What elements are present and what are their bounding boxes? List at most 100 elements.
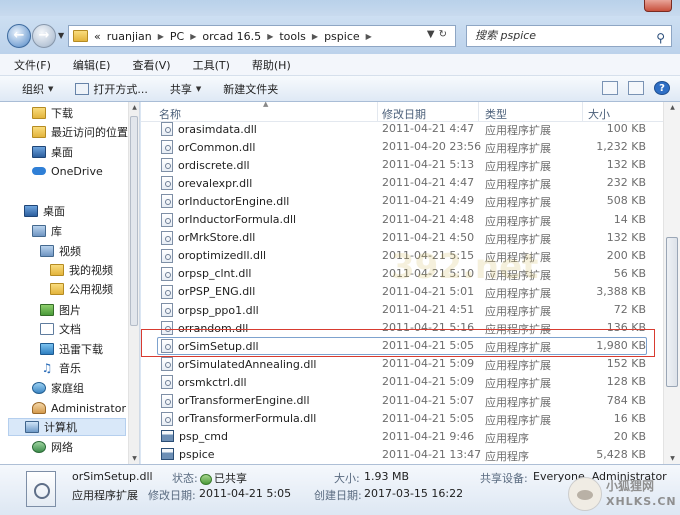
file-name-cell[interactable]: orPSP_ENG.dll [161,284,255,299]
breadcrumb-separator-icon[interactable]: ▶ [190,32,196,41]
window-close-button[interactable] [644,0,672,12]
new-folder-button[interactable]: 新建文件夹 [223,81,278,97]
table-row[interactable]: ordiscrete.dll 2011-04-21 5:13 应用程序扩展 132 K… [141,156,663,174]
navigation-scrollbar[interactable]: ▲ ▼ [128,102,139,464]
nav-item-xunlei[interactable]: 迅雷下载 [40,340,103,358]
file-name-cell[interactable]: orInductorFormula.dll [161,212,296,227]
breadcrumb-separator-icon[interactable]: ▶ [267,32,273,41]
preview-pane-icon[interactable] [628,81,644,95]
breadcrumb-pc[interactable]: PC [170,30,184,43]
nav-item-downloads[interactable]: 下载 [32,104,73,122]
table-row[interactable]: orInductorEngine.dll 2011-04-21 4:49 应用程序扩… [141,192,663,210]
scroll-down-icon[interactable]: ▼ [130,455,139,462]
chevron-down-icon: ▼ [195,84,202,93]
file-name-cell[interactable]: orpsp_clnt.dll [161,266,251,281]
breadcrumb-separator-icon[interactable]: ▶ [158,32,164,41]
nav-item-music[interactable]: ♫ 音乐 [40,359,81,377]
file-list-scrollbar[interactable]: ▲ ▼ [663,102,680,464]
table-row[interactable]: orInductorFormula.dll 2011-04-21 4:48 应用程序… [141,211,663,229]
nav-item-videos[interactable]: 视频 [40,242,81,260]
nav-item-homegroup[interactable]: 家庭组 [32,379,84,397]
breadcrumb-pspice[interactable]: pspice [324,30,360,43]
file-name-cell[interactable]: orCommon.dll [161,140,255,155]
menu-file[interactable]: 文件(F) [14,57,51,73]
forward-button[interactable]: → [32,24,56,48]
table-row[interactable]: orCommon.dll 2011-04-20 23:56 应用程序扩展 1,232 … [141,138,663,156]
file-name-cell[interactable]: orMrkStore.dll [161,230,255,245]
nav-item-desktop-favorite[interactable]: 桌面 [32,143,73,161]
recent-pages-dropdown-icon[interactable]: ▼ [58,31,64,40]
search-input[interactable]: 搜索 pspice ⚲ [466,25,672,47]
breadcrumb-tools[interactable]: tools [279,30,306,43]
file-name-cell[interactable]: orTransformerEngine.dll [161,393,310,408]
column-header-type[interactable]: 类型 [485,106,507,122]
file-name-cell[interactable]: orsmkctrl.dll [161,375,247,390]
menu-edit[interactable]: 编辑(E) [73,57,111,73]
share-button[interactable]: 共享 ▼ [170,81,201,97]
table-row[interactable]: psp_cmd 2011-04-21 9:46 应用程序 20 KB [141,428,663,446]
refresh-icon[interactable]: ▼↻ [427,29,451,40]
scrollbar-thumb[interactable] [130,116,138,326]
breadcrumb-orcad[interactable]: orcad 16.5 [202,30,261,43]
file-name-cell[interactable]: orpsp_ppo1.dll [161,303,259,317]
file-size: 232 KB [606,176,646,190]
table-row[interactable]: orpsp_clnt.dll 2011-04-21 5:10 应用程序扩展 56 KB [141,265,663,283]
address-bar[interactable]: « ruanjian ▶ PC ▶ orcad 16.5 ▶ tools ▶ p… [68,25,456,47]
menu-help[interactable]: 帮助(H) [252,57,291,73]
scroll-up-icon[interactable]: ▲ [130,104,139,111]
file-type: 应用程序扩展 [485,196,551,210]
file-name-cell[interactable]: pspice [161,448,215,461]
table-row[interactable]: orSimulatedAnnealing.dll 2011-04-21 5:09 应… [141,355,663,373]
view-options-icon[interactable] [602,81,618,95]
nav-item-administrator[interactable]: Administrator [32,399,126,417]
breadcrumb-separator-icon[interactable]: ▶ [312,32,318,41]
nav-item-my-videos[interactable]: 我的视频 [50,261,113,279]
file-name-cell[interactable]: psp_cmd [161,430,228,443]
nav-item-pictures[interactable]: 图片 [40,301,81,319]
column-header-date[interactable]: 修改日期 [382,106,426,122]
file-name-cell[interactable]: orasimdata.dll [161,122,257,136]
file-name-cell[interactable]: oroptimizedll.dll [161,248,266,263]
nav-item-recent[interactable]: 最近访问的位置 [32,123,128,141]
scroll-down-icon[interactable]: ▼ [668,455,677,462]
nav-item-libraries[interactable]: 库 [32,222,62,240]
table-row[interactable]: orPSP_ENG.dll 2011-04-21 5:01 应用程序扩展 3,388 … [141,283,663,301]
table-row[interactable]: orTransformerEngine.dll 2011-04-21 5:07 应用… [141,392,663,410]
breadcrumb-separator-icon[interactable]: ▶ [366,32,372,41]
column-header-size[interactable]: 大小 [588,106,610,122]
scroll-up-icon[interactable]: ▲ [668,104,677,111]
nav-label: 音乐 [59,362,81,375]
details-state-label: 状态: [172,472,198,485]
menu-view[interactable]: 查看(V) [132,57,170,73]
file-name-cell[interactable]: orSimulatedAnnealing.dll [161,357,316,372]
open-with-button[interactable]: 打开方式... [75,81,148,97]
file-name-cell[interactable]: orTransformerFormula.dll [161,411,316,426]
help-icon[interactable]: ? [654,81,670,95]
table-row[interactable]: orasimdata.dll 2011-04-21 4:47 应用程序扩展 100 K… [141,122,663,138]
table-row[interactable]: oroptimizedll.dll 2011-04-21 5:15 应用程序扩展 20… [141,247,663,265]
table-row[interactable]: pspice 2011-04-21 13:47 应用程序 5,428 KB [141,446,663,464]
file-date: 2011-04-21 4:50 [382,230,475,244]
scrollbar-thumb[interactable] [666,237,678,387]
search-icon[interactable]: ⚲ [656,28,665,48]
table-row[interactable]: orsmkctrl.dll 2011-04-21 5:09 应用程序扩展 128 KB [141,373,663,391]
nav-item-network[interactable]: 网络 [32,438,73,456]
file-name-cell[interactable]: orevalexpr.dll [161,176,252,191]
nav-item-public-videos[interactable]: 公用视频 [50,280,113,298]
back-button[interactable]: ← [7,24,31,48]
file-name-cell[interactable]: ordiscrete.dll [161,158,250,173]
breadcrumb-ruanjian[interactable]: ruanjian [107,30,152,43]
nav-item-desktop[interactable]: 桌面 [24,202,65,220]
table-row[interactable]: orTransformerFormula.dll 2011-04-21 5:05 应… [141,410,663,428]
table-row[interactable]: orMrkStore.dll 2011-04-21 4:50 应用程序扩展 132 K… [141,229,663,247]
nav-item-computer[interactable]: 计算机 [8,418,126,436]
table-row[interactable]: orevalexpr.dll 2011-04-21 4:47 应用程序扩展 232 K… [141,174,663,192]
nav-item-documents[interactable]: 文档 [40,320,81,338]
nav-item-onedrive[interactable]: OneDrive [32,162,103,180]
menu-tools[interactable]: 工具(T) [193,57,230,73]
file-name-cell[interactable]: orInductorEngine.dll [161,194,289,209]
table-row[interactable]: orpsp_ppo1.dll 2011-04-21 4:51 应用程序扩展 72 KB [141,301,663,319]
column-header-name[interactable]: 名称 [159,106,181,122]
organize-button[interactable]: 组织 ▼ [22,81,53,97]
breadcrumb-overflow[interactable]: « [94,30,101,43]
